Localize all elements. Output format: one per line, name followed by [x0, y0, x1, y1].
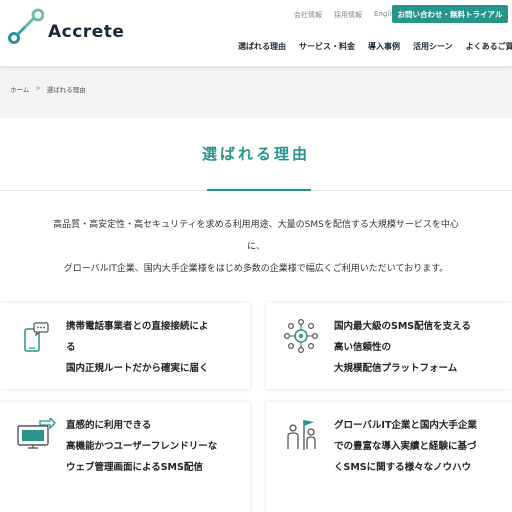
card-line: 高機能かつユーザーフレンドリーな — [66, 436, 217, 457]
card-line-part: な — [207, 441, 218, 452]
reason-card-direct-connection: 携帯電話事業者との直接接続によ る 国内正規ルートだから確実に届く — [0, 303, 250, 389]
card-text: 国内最大級のSMS配信を支える 高い信頼性の 大規模配信プラットフォーム — [334, 316, 471, 379]
intro-line: に、 — [247, 242, 265, 252]
card-line: ウェブ管理画面によるSMS配信 — [66, 462, 203, 473]
nav-item-services[interactable]: サービス・料金 — [299, 41, 355, 52]
reason-card-web-ui: 直感的に利用できる 高機能かつユーザーフレンドリーな ウェブ管理画面によるSMS… — [0, 402, 250, 512]
card-line: 国内正規ルートだから確実に届く — [66, 363, 209, 374]
card-line-part: 高機能かつユーザーフレンドリー — [66, 441, 208, 452]
card-line: グローバルIT企業と国内大手企業 — [334, 420, 477, 431]
title-accent-line — [207, 189, 311, 191]
nav-item-scenes[interactable]: 活用シーン — [413, 41, 453, 52]
intro-line: グローバルIT企業、国内大手企業様をはじめ多数の企業様で幅広くご利用いただいてお… — [63, 264, 449, 274]
intro-text: 高品質・高安定性・高セキュリティを求める利用用途、大量のSMSを配信する大規模サ… — [8, 214, 504, 280]
card-line: る — [66, 342, 76, 353]
breadcrumb: ホーム > 選ばれる理由 — [10, 84, 86, 94]
reason-card-track-record: グローバルIT企業と国内大手企業 での豊富な導入実績と経験に基づ くSMSに関す… — [266, 402, 512, 512]
util-link-recruit[interactable]: 採用情報 — [334, 10, 362, 20]
site-logo[interactable]: Accrete — [8, 8, 124, 44]
site-header: Accrete 会社情報 採用情報 English お問い合わせ・無料トライアル… — [0, 0, 512, 66]
card-line: での豊富な導入実績と経験に基づ — [334, 441, 477, 452]
people-flag-icon — [284, 416, 318, 456]
intro-line: 高品質・高安定性・高セキュリティを求める利用用途、大量のSMSを配信する大規模サ… — [53, 220, 459, 230]
card-line: 直感的に利用できる — [66, 420, 152, 431]
utility-links: 会社情報 採用情報 English — [294, 10, 399, 20]
monitor-arrow-icon — [16, 416, 56, 454]
card-line: 国内最大級のSMS配信を支える — [334, 321, 471, 332]
logo-text: Accrete — [48, 22, 125, 42]
card-text: 直感的に利用できる 高機能かつユーザーフレンドリーな ウェブ管理画面によるSMS… — [66, 415, 217, 478]
nav-item-faq[interactable]: よくあるご質問 — [466, 41, 512, 52]
accrete-logo-icon — [8, 8, 44, 44]
main-nav: 選ばれる理由 サービス・料金 導入事例 活用シーン よくあるご質問 — [238, 41, 512, 52]
network-gear-icon — [283, 318, 319, 357]
contact-trial-button[interactable]: お問い合わせ・無料トライアル — [392, 5, 508, 23]
card-line: 大規模配信プラットフォーム — [334, 363, 458, 374]
card-line: 高い信頼性の — [334, 342, 392, 353]
nav-item-reasons[interactable]: 選ばれる理由 — [238, 41, 286, 52]
page-title: 選ばれる理由 — [201, 145, 310, 163]
reason-card-platform: 国内最大級のSMS配信を支える 高い信頼性の 大規模配信プラットフォーム — [266, 303, 512, 389]
breadcrumb-current: 選ばれる理由 — [46, 86, 86, 94]
card-text: グローバルIT企業と国内大手企業 での豊富な導入実績と経験に基づ くSMSに関す… — [334, 415, 477, 478]
card-line: くSMSに関する様々なノウハウ — [334, 462, 472, 473]
card-line: 携帯電話事業者との直接接続によ — [66, 321, 209, 332]
util-link-company[interactable]: 会社情報 — [294, 10, 322, 20]
breadcrumb-separator: > — [35, 84, 41, 92]
card-text: 携帯電話事業者との直接接続によ る 国内正規ルートだから確実に届く — [66, 316, 209, 379]
smartphone-chat-icon — [22, 321, 52, 357]
breadcrumb-home[interactable]: ホーム — [10, 84, 29, 94]
nav-item-cases[interactable]: 導入事例 — [368, 41, 400, 52]
